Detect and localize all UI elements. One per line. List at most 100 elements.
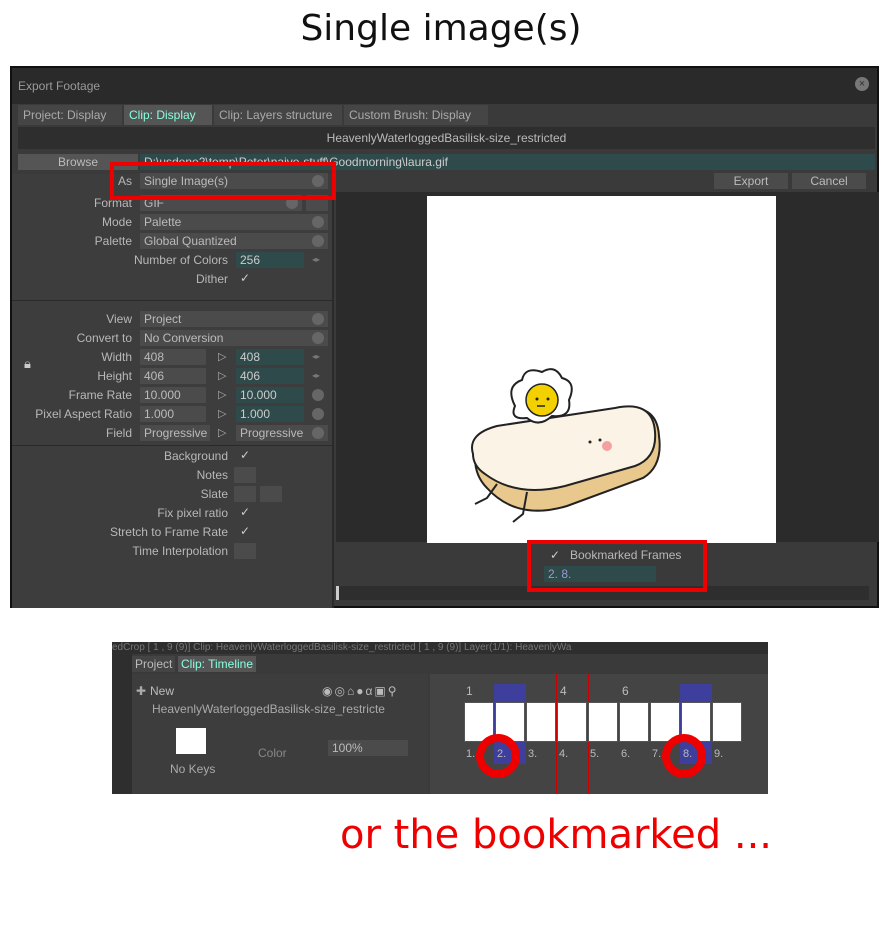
pixel-aspect-ratio-source: 1.000 bbox=[140, 406, 206, 422]
number-of-colors-label: Number of Colors bbox=[133, 253, 228, 267]
layer-name[interactable]: HeavenlyWaterloggedBasilisk-size_restric… bbox=[152, 702, 412, 716]
new-layer-label[interactable]: New bbox=[150, 684, 174, 698]
arrow-right-icon: ▷ bbox=[218, 389, 227, 401]
notes-checkbox[interactable] bbox=[234, 467, 256, 483]
arrow-right-icon: ▷ bbox=[218, 370, 227, 382]
frame-number: 9. bbox=[714, 748, 724, 760]
frame-rate-label: Frame Rate bbox=[68, 388, 132, 402]
view-value: Project bbox=[144, 312, 182, 326]
mode-value: Palette bbox=[144, 215, 182, 229]
close-icon[interactable]: × bbox=[855, 77, 869, 91]
timeline-header: edCrop [ 1 , 9 (9)] Clip: HeavenlyWaterl… bbox=[112, 642, 768, 654]
view-dropdown[interactable]: Project bbox=[140, 311, 328, 327]
pixel-aspect-ratio-field[interactable]: 1.000 bbox=[236, 406, 304, 422]
chevron-down-icon bbox=[312, 313, 324, 325]
bookmarked-highlight-box bbox=[527, 540, 707, 592]
ruler-4: 4 bbox=[560, 684, 567, 698]
divider bbox=[12, 445, 332, 446]
frame-thumbnail[interactable] bbox=[557, 702, 587, 742]
background-checkbox[interactable]: ✓ bbox=[240, 448, 250, 462]
time-interpolation-label: Time Interpolation bbox=[132, 544, 228, 558]
field-dropdown[interactable]: Progressive bbox=[236, 425, 328, 441]
frame-thumbnail[interactable] bbox=[712, 702, 742, 742]
notes-label: Notes bbox=[196, 468, 228, 482]
cancel-button[interactable]: Cancel bbox=[792, 173, 866, 189]
export-button[interactable]: Export bbox=[714, 173, 788, 189]
convert-to-label: Convert to bbox=[76, 331, 132, 345]
chevron-down-icon[interactable] bbox=[312, 408, 324, 420]
layer-toggles-icon[interactable]: ◉◎⌂●α▣⚲ bbox=[322, 684, 399, 698]
frame-number: 6. bbox=[621, 748, 631, 760]
height-field[interactable]: 406 bbox=[236, 368, 304, 384]
frame-number: 1. bbox=[466, 748, 476, 760]
convert-to-value: No Conversion bbox=[144, 331, 224, 345]
export-footage-dialog: Export Footage × Project: Display Clip: … bbox=[10, 66, 879, 608]
tab-clip-display[interactable]: Clip: Display bbox=[124, 105, 212, 125]
lock-icon[interactable]: 🔒︎ bbox=[24, 356, 31, 372]
width-field[interactable]: 408 bbox=[236, 349, 304, 365]
as-highlight-box bbox=[110, 162, 336, 200]
field-value: Progressive bbox=[240, 426, 304, 440]
stretch-frame-rate-checkbox[interactable]: ✓ bbox=[240, 524, 250, 538]
page-heading: Single image(s) bbox=[300, 8, 582, 49]
tab-clip-layers-structure[interactable]: Clip: Layers structure bbox=[214, 105, 342, 125]
timeline-gutter bbox=[112, 654, 132, 794]
page: { "heading": "Single image(s)", "caption… bbox=[0, 0, 882, 934]
frame-thumbnail[interactable] bbox=[619, 702, 649, 742]
mode-dropdown[interactable]: Palette bbox=[140, 214, 328, 230]
frame-rate-source: 10.000 bbox=[140, 387, 206, 403]
dialog-titlebar: Export Footage × bbox=[12, 68, 877, 104]
bookmark-highlight-circle bbox=[662, 734, 706, 778]
slate-settings-icon[interactable] bbox=[260, 486, 282, 502]
dither-checkbox[interactable]: ✓ bbox=[240, 271, 250, 285]
height-label: Height bbox=[97, 369, 132, 383]
preview-image bbox=[427, 196, 776, 543]
arrow-right-icon: ▷ bbox=[218, 408, 227, 420]
tab-clip-timeline[interactable]: Clip: Timeline bbox=[178, 656, 257, 672]
frame-number: 7. bbox=[652, 748, 662, 760]
convert-to-dropdown[interactable]: No Conversion bbox=[140, 330, 328, 346]
arrow-right-icon: ▷ bbox=[218, 427, 227, 439]
timeline-panel: edCrop [ 1 , 9 (9)] Clip: HeavenlyWaterl… bbox=[112, 642, 768, 794]
tab-project-display[interactable]: Project: Display bbox=[18, 105, 122, 125]
opacity-field[interactable]: 100% bbox=[328, 740, 408, 756]
tab-project[interactable]: Project bbox=[132, 656, 176, 672]
frame-thumbnail[interactable] bbox=[588, 702, 618, 742]
slate-checkbox[interactable] bbox=[234, 486, 256, 502]
frame-number: 4. bbox=[559, 748, 569, 760]
fix-pixel-ratio-label: Fix pixel ratio bbox=[157, 506, 228, 520]
stretch-frame-rate-label: Stretch to Frame Rate bbox=[109, 525, 228, 539]
stepper-icon[interactable]: ◂▸ bbox=[312, 371, 320, 380]
width-source: 408 bbox=[140, 349, 206, 365]
caption: or the bookmarked ... bbox=[340, 812, 773, 858]
chevron-down-icon[interactable] bbox=[312, 389, 324, 401]
stepper-icon[interactable]: ◂▸ bbox=[312, 255, 320, 264]
mode-label: Mode bbox=[101, 215, 132, 229]
dither-label: Dither bbox=[195, 272, 228, 286]
palette-dropdown[interactable]: Global Quantized bbox=[140, 233, 328, 249]
palette-label: Palette bbox=[94, 234, 132, 248]
fix-pixel-ratio-checkbox[interactable]: ✓ bbox=[240, 505, 250, 519]
frame-rate-field[interactable]: 10.000 bbox=[236, 387, 304, 403]
palette-value: Global Quantized bbox=[144, 234, 237, 248]
egg-toast-illustration bbox=[471, 368, 661, 523]
number-of-colors-field[interactable]: 256 bbox=[236, 252, 304, 268]
field-label: Field bbox=[105, 426, 132, 440]
chevron-down-icon bbox=[312, 427, 324, 439]
ruler-1: 1 bbox=[466, 684, 473, 698]
width-label: Width bbox=[101, 350, 132, 364]
tab-custom-brush-display[interactable]: Custom Brush: Display bbox=[344, 105, 488, 125]
new-layer-icon[interactable]: ✚ bbox=[136, 684, 146, 698]
time-interpolation-checkbox[interactable] bbox=[234, 543, 256, 559]
chevron-down-icon bbox=[312, 332, 324, 344]
progress-fill bbox=[336, 586, 339, 600]
frame-thumbnail[interactable] bbox=[526, 702, 556, 742]
chevron-down-icon bbox=[312, 235, 324, 247]
stepper-icon[interactable]: ◂▸ bbox=[312, 352, 320, 361]
color-label: Color bbox=[258, 746, 287, 760]
frame-number: 5. bbox=[590, 748, 600, 760]
divider bbox=[12, 300, 332, 301]
dialog-title: Export Footage bbox=[18, 79, 101, 93]
bookmark-highlight-circle bbox=[476, 734, 520, 778]
clip-name: HeavenlyWaterloggedBasilisk-size_restric… bbox=[18, 127, 875, 149]
